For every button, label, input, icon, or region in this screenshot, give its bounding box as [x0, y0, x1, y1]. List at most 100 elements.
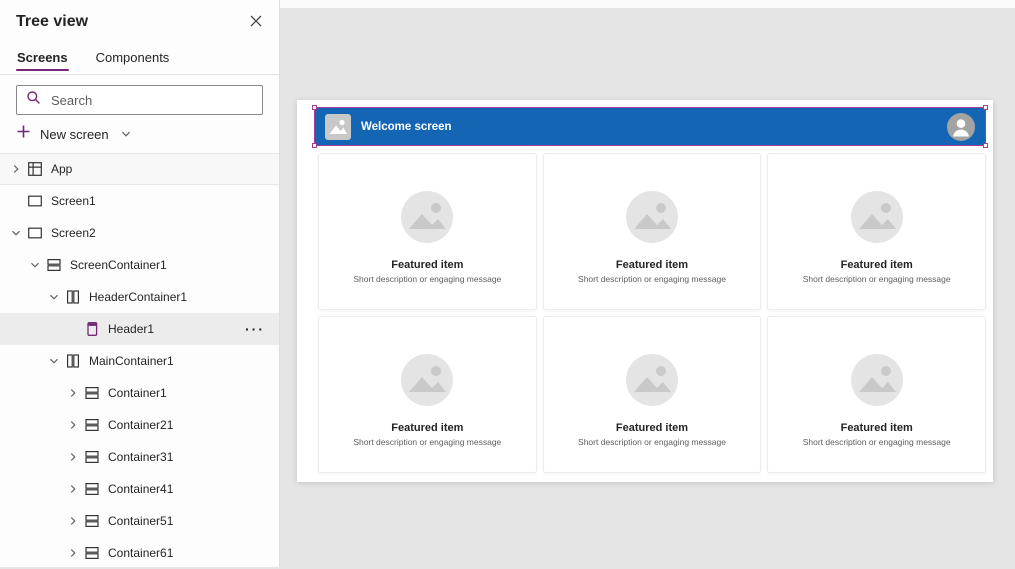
tree-item-label: MainContainer1 — [89, 354, 174, 368]
card-subtitle: Short description or engaging message — [353, 274, 502, 284]
screen-icon — [26, 193, 43, 210]
featured-card[interactable]: Featured item Short description or engag… — [767, 153, 986, 310]
new-screen-button[interactable]: New screen — [0, 117, 279, 151]
card-subtitle: Short description or engaging message — [578, 437, 726, 447]
more-options-button[interactable]: ··· — [245, 322, 279, 336]
tree-item-label: Container21 — [108, 418, 174, 432]
search-icon — [26, 90, 41, 110]
header-icon — [83, 321, 100, 338]
tree-item-label: Screen2 — [51, 226, 96, 240]
selection-handle[interactable] — [312, 143, 317, 148]
featured-card[interactable]: Featured item Short description or engag… — [318, 153, 537, 310]
search-box[interactable] — [16, 85, 263, 115]
tree-item-label: Container51 — [108, 514, 174, 528]
chevron-right-icon[interactable] — [65, 513, 81, 529]
card-title: Featured item — [840, 259, 913, 271]
tree-item-container61[interactable]: Container61 — [0, 537, 279, 569]
header-title: Welcome screen — [361, 120, 452, 133]
app-screen[interactable]: Welcome screen Featured item Short descr… — [297, 100, 993, 482]
tree-view-panel: Tree view Screens Components New screen — [0, 0, 280, 567]
new-screen-label: New screen — [40, 126, 109, 142]
chevron-right-icon[interactable] — [65, 417, 81, 433]
featured-card[interactable]: Featured item Short description or engag… — [542, 316, 762, 473]
tree-item-headercontainer1[interactable]: HeaderContainer1 — [0, 281, 279, 313]
chevron-down-icon[interactable] — [8, 225, 24, 241]
card-title: Featured item — [391, 259, 464, 271]
tree-item-label: App — [51, 162, 73, 176]
horizontal-container-icon — [83, 449, 100, 466]
chevron-right-icon[interactable] — [65, 385, 81, 401]
featured-card[interactable]: Featured item Short description or engag… — [542, 153, 762, 310]
chevron-right-icon[interactable] — [65, 545, 81, 561]
horizontal-container-icon — [83, 545, 100, 562]
card-subtitle: Short description or engaging message — [353, 437, 502, 447]
chevron-down-icon[interactable] — [46, 289, 62, 305]
tree-item-maincontainer1[interactable]: MainContainer1 — [0, 345, 279, 377]
horizontal-container-icon — [83, 513, 100, 530]
card-subtitle: Short description or engaging message — [802, 274, 951, 284]
image-placeholder-icon — [625, 191, 678, 243]
panel-header: Tree view — [0, 0, 279, 44]
image-placeholder-icon — [850, 191, 903, 243]
chevron-right-icon[interactable] — [8, 161, 24, 177]
tree-item-header1[interactable]: Header1 ··· — [0, 313, 279, 345]
tree-item-screen1[interactable]: Screen1 — [0, 185, 279, 217]
chevron-right-icon[interactable] — [65, 449, 81, 465]
tree-item-container21[interactable]: Container21 — [0, 409, 279, 441]
featured-card[interactable]: Featured item Short description or engag… — [767, 316, 986, 473]
design-canvas: Welcome screen Featured item Short descr… — [280, 0, 1015, 567]
tree-item-label: HeaderContainer1 — [89, 290, 188, 304]
tab-screens[interactable]: Screens — [16, 44, 69, 74]
tree-item-label: ScreenContainer1 — [70, 258, 167, 272]
tree-item-container31[interactable]: Container31 — [0, 441, 279, 473]
horizontal-container-icon — [83, 481, 100, 498]
card-subtitle: Short description or engaging message — [802, 437, 951, 447]
tree-item-label: Container1 — [108, 386, 167, 400]
panel-tabs: Screens Components — [0, 44, 279, 75]
vertical-container-icon — [64, 353, 81, 370]
tree-item-app[interactable]: App — [0, 153, 279, 185]
image-placeholder-icon — [325, 113, 351, 140]
canvas-top-strip — [280, 0, 1015, 8]
selection-handle[interactable] — [312, 105, 317, 110]
header-control[interactable]: Welcome screen — [312, 105, 988, 148]
tree-item-label: Container41 — [108, 482, 174, 496]
card-title: Featured item — [391, 422, 464, 434]
tree: App Screen1 Screen2 ScreenContainer1 Hea… — [0, 153, 279, 569]
screen-icon — [26, 225, 43, 242]
search-input[interactable] — [49, 91, 253, 109]
horizontal-container-icon — [45, 257, 62, 274]
app-icon — [26, 161, 43, 178]
page-title: Tree view — [16, 13, 89, 30]
tree-item-container41[interactable]: Container41 — [0, 473, 279, 505]
tree-item-container1[interactable]: Container1 — [0, 377, 279, 409]
tree-item-label: Header1 — [108, 322, 155, 336]
image-placeholder-icon — [401, 191, 454, 243]
close-icon — [249, 14, 263, 31]
vertical-container-icon — [64, 289, 81, 306]
tree-item-screencontainer1[interactable]: ScreenContainer1 — [0, 249, 279, 281]
close-button[interactable] — [245, 10, 267, 35]
person-icon — [947, 112, 975, 141]
featured-cards-grid: Featured item Short description or engag… — [318, 153, 986, 473]
chevron-down-icon[interactable] — [120, 128, 132, 140]
horizontal-container-icon — [83, 417, 100, 434]
card-title: Featured item — [615, 259, 689, 271]
chevron-down-icon[interactable] — [46, 353, 62, 369]
tree-item-screen2[interactable]: Screen2 — [0, 217, 279, 249]
tree-item-label: Container61 — [108, 546, 174, 560]
selection-handle[interactable] — [983, 105, 988, 110]
horizontal-container-icon — [83, 385, 100, 402]
selection-handle[interactable] — [983, 143, 988, 148]
chevron-down-icon[interactable] — [27, 257, 43, 273]
tree-item-label: Container31 — [108, 450, 174, 464]
featured-card[interactable]: Featured item Short description or engag… — [318, 316, 537, 473]
tree-item-container51[interactable]: Container51 — [0, 505, 279, 537]
tree-item-label: Screen1 — [51, 194, 96, 208]
card-subtitle: Short description or engaging message — [578, 274, 726, 284]
tab-components[interactable]: Components — [95, 44, 171, 74]
chevron-right-icon[interactable] — [65, 481, 81, 497]
card-title: Featured item — [615, 422, 689, 434]
